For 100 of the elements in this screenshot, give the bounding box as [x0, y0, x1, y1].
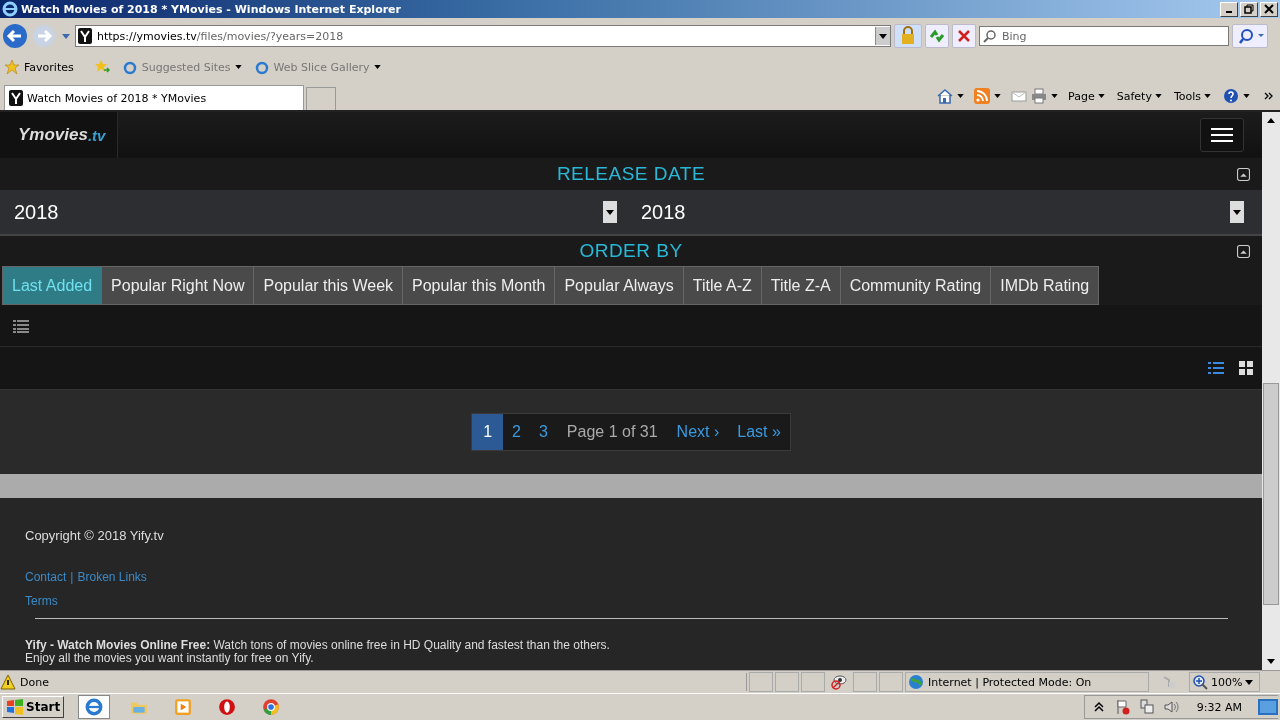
order-tab[interactable]: Title A-Z [683, 266, 762, 305]
caret-icon[interactable] [1051, 94, 1059, 98]
order-tab[interactable]: IMDb Rating [991, 266, 1100, 305]
description-text: Enjoy all the movies you want instantly for free on Yify. [25, 652, 315, 665]
year-select[interactable]: 2018 [0, 190, 617, 234]
globe-icon [908, 674, 924, 690]
order-tab[interactable]: Popular Right Now [102, 266, 255, 305]
terms-link[interactable]: Terms [25, 594, 58, 608]
chevron-icon[interactable] [1264, 92, 1274, 100]
order-tab[interactable]: Popular this Week [254, 266, 404, 305]
caret-icon [879, 33, 887, 39]
status-pane [801, 672, 825, 692]
caret-icon [606, 209, 614, 215]
browser-tab[interactable]: Watch Movies of 2018 * YMovies [4, 85, 304, 110]
browser-logo-icon [85, 698, 104, 716]
browser-page-icon [121, 59, 138, 75]
menu-button[interactable] [1200, 118, 1244, 152]
caret-icon [1245, 679, 1254, 685]
list-view-icon[interactable] [1208, 360, 1224, 376]
home-icon[interactable] [937, 88, 954, 104]
search-field[interactable]: Bing [979, 26, 1229, 46]
contact-link[interactable]: Contact [25, 570, 67, 584]
opera-icon[interactable] [218, 698, 237, 716]
page-link[interactable]: 2 [503, 414, 530, 450]
security-zone[interactable]: Internet | Protected Mode: On [905, 672, 1149, 692]
caret-icon [1154, 94, 1162, 98]
stop-icon[interactable] [952, 24, 976, 48]
windows-logo-icon [6, 699, 24, 715]
order-tab[interactable]: Popular Always [555, 266, 684, 305]
browser-page-icon [253, 59, 270, 75]
caret-icon [1097, 94, 1105, 98]
caret-icon [234, 65, 242, 69]
broken-links-link[interactable]: Broken Links [77, 570, 147, 584]
printer-icon[interactable] [1031, 88, 1048, 104]
order-tab[interactable]: Popular this Month [403, 266, 556, 305]
site-logo[interactable]: Ymovies.tv [0, 112, 119, 158]
status-text: Done [0, 673, 747, 691]
page-link[interactable]: 3 [529, 414, 557, 450]
minimize-button[interactable] [1220, 1, 1238, 17]
page-info: Page 1 of 31 [565, 423, 659, 441]
section-title: RELEASE DATE [556, 163, 706, 185]
scrollbar[interactable] [1262, 112, 1280, 670]
address-field[interactable]: https://ymovies.tv/files/movies/?years=2018 [75, 25, 891, 47]
command-menu[interactable]: Safety [1116, 89, 1162, 103]
search-button-icon[interactable] [1232, 24, 1268, 48]
site-favicon-icon [9, 90, 23, 106]
copyright-text: Copyright © 2018 Yify.tv [25, 528, 165, 543]
search-icon [983, 29, 997, 43]
zoom-level[interactable]: 100% [1189, 672, 1261, 692]
caret-icon[interactable] [957, 94, 965, 98]
warning-icon [0, 674, 16, 690]
grid-view-icon[interactable] [1238, 360, 1254, 376]
speaker-icon[interactable] [1162, 699, 1179, 715]
start-button[interactable]: Start [2, 696, 65, 718]
clock[interactable]: 9:32 AM [1196, 700, 1242, 714]
caret-icon [1204, 94, 1211, 98]
caret-icon [1233, 209, 1241, 215]
order-tab[interactable]: Title Z-A [761, 266, 841, 305]
list-icon[interactable] [13, 317, 29, 334]
scroll-down-icon [1267, 659, 1275, 664]
scroll-up-icon [1267, 118, 1275, 123]
restore-icon [1244, 4, 1254, 14]
browser-logo-icon [2, 1, 18, 17]
restore-button[interactable] [1240, 1, 1258, 17]
window-title: Watch Movies of 2018 * YMovies - Windows Internet Explorer [21, 2, 401, 16]
media-player-icon[interactable] [174, 698, 193, 716]
collapse-icon[interactable] [1237, 244, 1250, 258]
close-button[interactable] [1260, 1, 1278, 17]
magnifier-icon [1192, 674, 1208, 690]
status-pane [749, 672, 773, 692]
address-dropdown-button[interactable] [875, 27, 890, 45]
year-select[interactable]: 2018 [627, 190, 1244, 234]
minimize-icon [1226, 11, 1232, 13]
next-link[interactable]: Next › [667, 414, 729, 450]
network-icon[interactable] [1138, 699, 1155, 715]
link-separator: | [70, 570, 74, 584]
status-pane [853, 672, 877, 692]
status-pane [775, 672, 799, 692]
caret-icon[interactable] [994, 94, 1002, 98]
close-icon [1264, 4, 1274, 14]
help-icon[interactable] [1223, 88, 1239, 104]
site-favicon-icon [78, 28, 92, 44]
favorites-button[interactable]: Favorites [4, 59, 74, 75]
caret-icon [373, 65, 381, 69]
refresh-icon[interactable] [925, 24, 949, 48]
command-menu[interactable]: Tools [1173, 89, 1211, 103]
browser-taskbar-button[interactable] [78, 695, 111, 719]
url-text: https://ymovies.tv/files/movies/?years=2018 [97, 29, 345, 43]
chrome-icon[interactable] [262, 698, 281, 716]
privacy-icon[interactable] [831, 674, 847, 690]
last-link[interactable]: Last » [728, 414, 790, 450]
back-icon[interactable] [2, 23, 28, 49]
section-title: ORDER BY [579, 240, 683, 262]
collapse-icon[interactable] [1237, 167, 1250, 181]
caret-icon[interactable] [1243, 94, 1250, 98]
flag-icon[interactable] [1114, 699, 1131, 715]
page-link[interactable]: 1 [472, 414, 504, 450]
command-menu[interactable]: Page [1068, 89, 1105, 103]
description-text: Yify - Watch Movies Online Free: Watch tons of movies online free in HD Quality and fastest than the others. [25, 639, 611, 652]
order-tab[interactable]: Community Rating [840, 266, 992, 305]
